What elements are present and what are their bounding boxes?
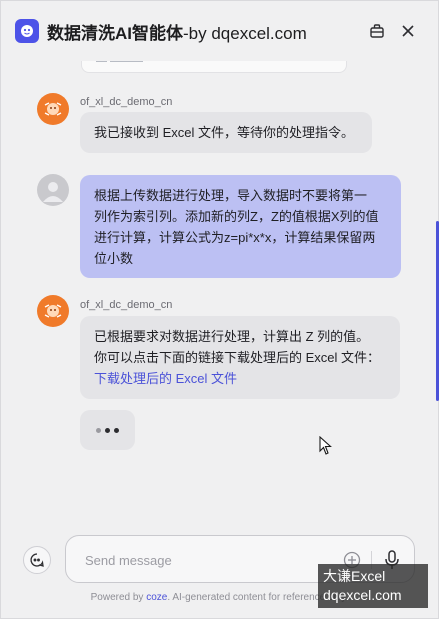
message-line: 位小数 [94,251,134,266]
typing-dot [105,427,110,433]
watermark-line: 大谦Excel [323,568,386,584]
download-link[interactable]: 下载处理后的 Excel 文件 [94,368,386,389]
bot-avatar [37,93,69,125]
footer-prefix: Powered by [90,592,147,603]
bot-avatar [37,295,69,327]
mouse-cursor-icon [319,435,333,461]
close-icon[interactable] [398,21,418,41]
watermark: 大谦Excel dqexcel.com [318,564,428,608]
message-sender: of_xl_dc_demo_cn [80,299,173,311]
title-suffix: -by dqexcel.com [183,23,307,43]
share-bag-icon[interactable] [367,21,387,41]
user-avatar [37,174,69,206]
header-bar: 数据清洗AI智能体-by dqexcel.com [1,1,438,61]
title-main: 数据清洗AI智能体 [47,23,183,43]
message-line: 已根据要求对数据进行处理，计算出 Z 列的值。 [94,329,370,344]
chat-window: 数据清洗AI智能体-by dqexcel.com ▬ ▬▬▬ of_xl_dc_… [0,0,439,619]
page-title: 数据清洗AI智能体-by dqexcel.com [47,19,307,44]
new-chat-icon[interactable] [23,546,51,574]
bot-message-bubble: 已根据要求对数据进行处理，计算出 Z 列的值。 你可以点击下面的链接下载处理后的… [80,316,400,399]
message-line: 进行计算，计算公式为z=pi*x*x，计算结果保留两 [94,230,376,245]
message-list[interactable]: ▬ ▬▬▬ of_xl_dc_demo_cn 我已接收到 Excel 文件，等待… [1,61,438,531]
bot-message-bubble: 我已接收到 Excel 文件，等待你的处理指令。 [80,112,372,153]
user-message-bubble: 根据上传数据进行处理，导入数据时不要将第一 列作为索引列。添加新的列Z，Z的值根… [80,175,401,278]
message-sender: of_xl_dc_demo_cn [80,96,173,108]
typing-indicator [80,410,135,450]
typing-dot [114,427,119,433]
message-line: 你可以点击下面的链接下载处理后的 Excel 文件： [94,350,381,365]
message-text: 我已接收到 Excel 文件，等待你的处理指令。 [94,125,355,140]
typing-dot [96,427,101,433]
watermark-line: dqexcel.com [323,587,402,603]
file-card-edge-icon: ▬ ▬▬▬ [96,61,143,65]
bot-logo-icon [15,19,39,43]
previous-file-card[interactable]: ▬ ▬▬▬ [81,61,347,73]
footer-brand-link[interactable]: coze [146,592,167,603]
message-input[interactable] [85,549,325,571]
message-line: 根据上传数据进行处理，导入数据时不要将第一 [94,188,368,203]
message-line: 列作为索引列。添加新的列Z，Z的值根据X列的值 [94,209,379,224]
